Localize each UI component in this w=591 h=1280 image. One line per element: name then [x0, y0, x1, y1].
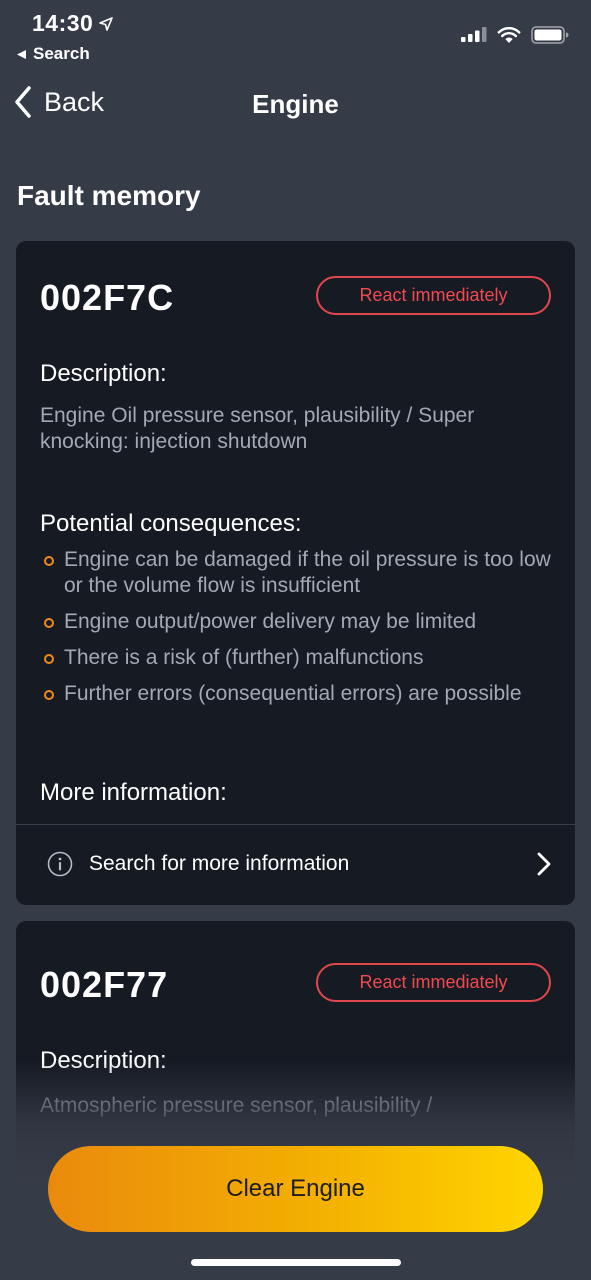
status-back-app-label: Search — [33, 44, 90, 63]
status-back-to-app[interactable]: Search — [16, 44, 90, 64]
consequence-text: There is a risk of (further) malfunction… — [64, 646, 424, 669]
consequences-list: Engine can be damaged if the oil pressur… — [40, 547, 560, 717]
battery-icon — [531, 26, 569, 44]
bullet-icon — [44, 690, 54, 700]
search-more-info-row[interactable]: Search for more information — [16, 825, 575, 903]
location-arrow-icon — [99, 16, 114, 31]
severity-badge[interactable]: React immediately — [316, 276, 551, 315]
home-indicator[interactable] — [191, 1259, 401, 1266]
description-heading: Description: — [40, 1047, 167, 1074]
consequence-item: There is a risk of (further) malfunction… — [40, 645, 560, 671]
description-text: Atmospheric pressure sensor, plausibilit… — [40, 1094, 433, 1117]
fault-code: 002F77 — [40, 964, 169, 1005]
back-button[interactable]: Back — [14, 86, 104, 118]
search-more-info-label: Search for more information — [89, 852, 350, 875]
consequence-item: Engine can be damaged if the oil pressur… — [40, 547, 560, 599]
cellular-signal-icon — [461, 27, 487, 42]
consequence-text: Further errors (consequential errors) ar… — [64, 682, 522, 705]
status-icons — [461, 26, 569, 44]
screen: 14:30 Search Back Engine Fault memory 00… — [0, 0, 591, 1280]
bullet-icon — [44, 654, 54, 664]
severity-badge[interactable]: React immediately — [316, 963, 551, 1002]
bullet-icon — [44, 618, 54, 628]
back-button-label: Back — [44, 86, 105, 117]
status-time: 14:30 — [32, 10, 114, 37]
section-title: Fault memory — [17, 180, 201, 211]
description-text: Engine Oil pressure sensor, plausibility… — [40, 404, 475, 453]
consequence-item: Further errors (consequential errors) ar… — [40, 681, 560, 707]
description-heading: Description: — [40, 360, 167, 387]
chevron-left-icon — [15, 86, 31, 118]
more-info-heading: More information: — [40, 779, 227, 806]
bullet-icon — [44, 556, 54, 566]
consequence-text: Engine output/power delivery may be limi… — [64, 610, 477, 633]
consequence-item: Engine output/power delivery may be limi… — [40, 609, 560, 635]
info-icon — [47, 851, 73, 877]
chevron-right-icon — [537, 852, 551, 876]
fault-card: 002F77 React immediately Description: At… — [16, 921, 575, 1181]
fault-code: 002F7C — [40, 277, 175, 318]
status-time-text: 14:30 — [32, 10, 94, 36]
consequences-heading: Potential consequences: — [40, 510, 302, 537]
fault-card: 002F7C React immediately Description: En… — [16, 241, 575, 905]
clear-engine-button[interactable]: Clear Engine — [48, 1146, 543, 1232]
back-triangle-icon — [17, 49, 26, 59]
consequence-text: Engine can be damaged if the oil pressur… — [64, 548, 551, 597]
wifi-icon — [497, 26, 521, 43]
